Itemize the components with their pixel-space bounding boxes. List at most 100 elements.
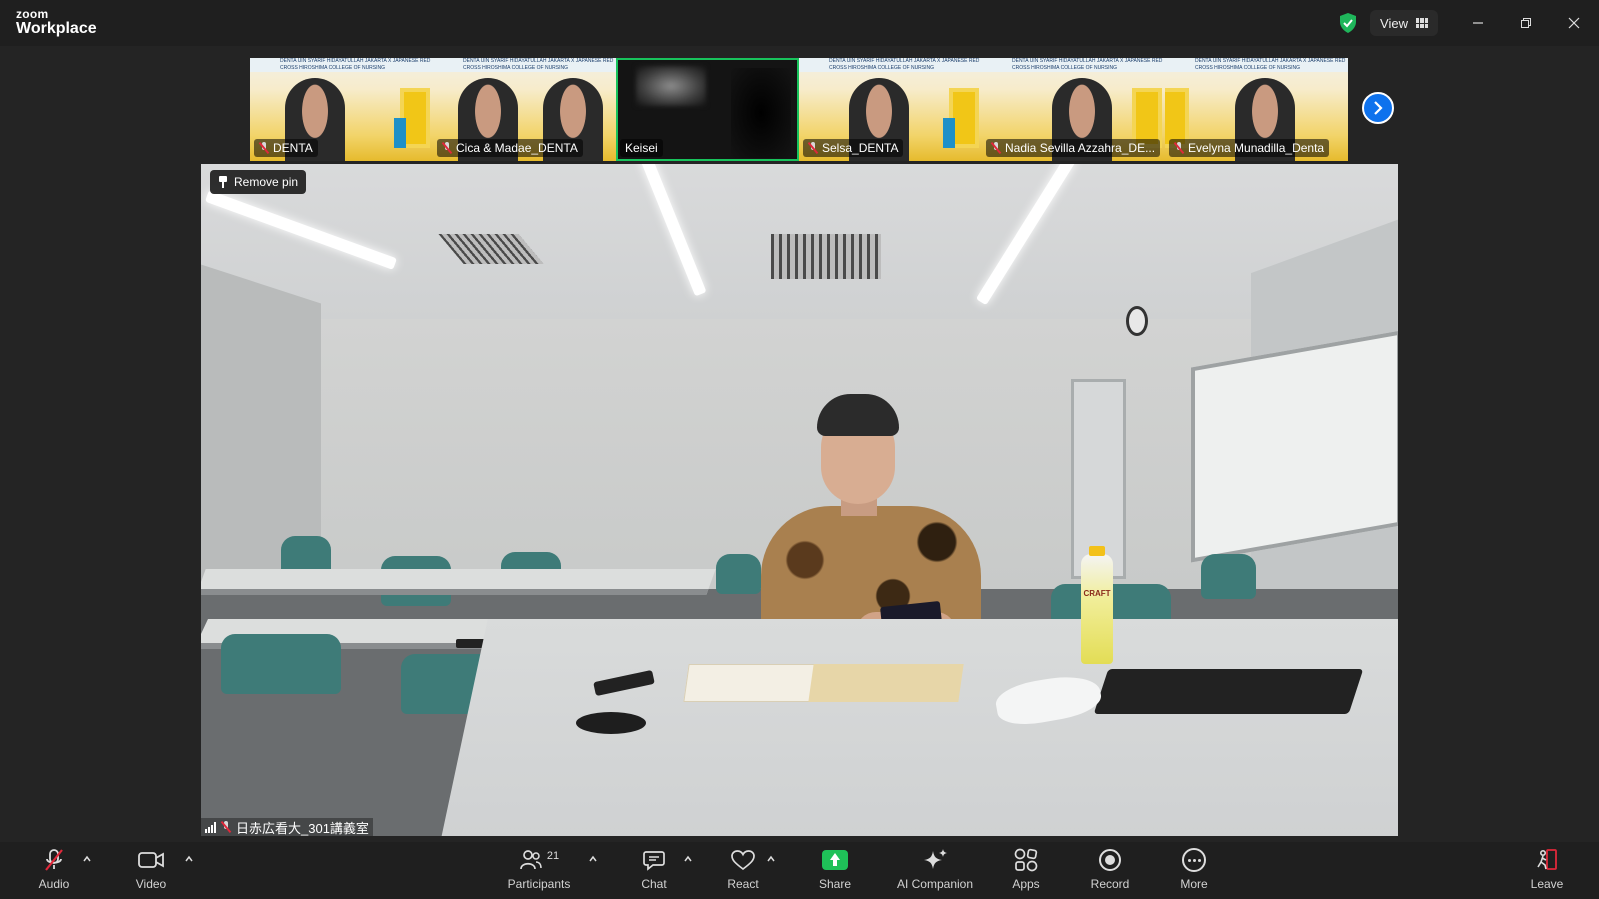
chevron-up-icon — [185, 855, 193, 862]
participants-options-caret[interactable] — [588, 854, 598, 864]
video-scene — [1191, 330, 1398, 563]
shield-icon[interactable] — [1338, 12, 1358, 34]
thumbnail-banner: DENTA UIN SYARIF HIDAYATULLAH JAKARTA X … — [433, 58, 616, 72]
chat-options-caret[interactable] — [683, 854, 693, 864]
share-button[interactable]: Share — [815, 846, 855, 898]
leave-label: Leave — [1530, 877, 1564, 891]
audio-label: Audio — [38, 877, 70, 891]
record-button[interactable]: Record — [1088, 846, 1132, 898]
video-scene — [1093, 669, 1364, 714]
apps-label: Apps — [1012, 877, 1040, 891]
view-button[interactable]: View — [1370, 10, 1438, 36]
remove-pin-label: Remove pin — [234, 175, 299, 189]
share-label: Share — [818, 877, 852, 891]
participant-thumbnail-active[interactable]: Keisei — [616, 58, 799, 161]
meeting-toolbar: Audio Video 21 Participants Chat React S… — [0, 842, 1599, 899]
close-icon[interactable] — [1563, 12, 1585, 34]
ai-companion-label: AI Companion — [896, 877, 974, 891]
restore-icon[interactable] — [1515, 12, 1537, 34]
chat-label: Chat — [641, 877, 667, 891]
pin-icon — [218, 176, 228, 188]
video-label: Video — [135, 877, 167, 891]
pinned-participant-name-tag: 日赤広看大_301講義室 — [201, 818, 373, 836]
video-scene — [221, 634, 341, 694]
participants-button[interactable]: 21 Participants — [503, 846, 575, 898]
participant-name-tag: Cica & Madae_DENTA — [437, 139, 583, 157]
next-page-button[interactable] — [1362, 92, 1394, 124]
participant-name-tag: Evelyna Munadilla_Denta — [1169, 139, 1330, 157]
participant-name: Nadia Sevilla Azzahra_DE... — [1005, 141, 1156, 155]
chevron-up-icon — [684, 855, 692, 862]
leave-door-icon — [1537, 849, 1557, 870]
chat-button[interactable]: Chat — [634, 846, 674, 898]
minimize-icon[interactable] — [1467, 12, 1489, 34]
participant-name: Evelyna Munadilla_Denta — [1188, 141, 1325, 155]
apps-icon — [1014, 848, 1038, 872]
audio-button[interactable]: Audio — [34, 846, 74, 898]
thumbnail-banner: DENTA UIN SYARIF HIDAYATULLAH JAKARTA X … — [250, 58, 433, 72]
title-bar: zoom Workplace View — [0, 0, 1599, 46]
participant-name-tag: Keisei — [620, 139, 663, 157]
thumbnail-banner: DENTA UIN SYARIF HIDAYATULLAH JAKARTA X … — [799, 58, 982, 72]
video-scene — [201, 569, 716, 595]
chevron-up-icon — [589, 855, 597, 862]
participant-video — [731, 68, 791, 158]
signal-strength-icon — [205, 821, 216, 833]
participant-thumbnail[interactable]: DENTA UIN SYARIF HIDAYATULLAH JAKARTA X … — [982, 58, 1165, 161]
participants-label: Participants — [507, 877, 571, 891]
participant-name-tag: Selsa_DENTA — [803, 139, 904, 157]
record-label: Record — [1090, 877, 1130, 891]
background-decoration — [943, 118, 955, 148]
mic-muted-icon — [1174, 142, 1184, 154]
mic-muted-icon — [259, 142, 269, 154]
pinned-participant-name: 日赤広看大_301講義室 — [236, 820, 369, 836]
video-scene — [1126, 306, 1148, 336]
chevron-up-icon — [83, 855, 91, 862]
participant-name: Keisei — [625, 141, 658, 155]
react-button[interactable]: React — [722, 846, 764, 898]
chevron-up-icon — [767, 855, 775, 862]
participant-thumbnail[interactable]: DENTA UIN SYARIF HIDAYATULLAH JAKARTA X … — [250, 58, 433, 161]
video-scene — [576, 712, 646, 734]
pinned-video[interactable]: CRAFT — [201, 164, 1398, 836]
participant-name-tag: DENTA — [254, 139, 318, 157]
participant-thumbnail[interactable]: DENTA UIN SYARIF HIDAYATULLAH JAKARTA X … — [1165, 58, 1348, 161]
leave-button[interactable]: Leave — [1527, 846, 1567, 898]
react-label: React — [727, 877, 759, 891]
audio-options-caret[interactable] — [82, 854, 92, 864]
participant-thumbnail[interactable]: DENTA UIN SYARIF HIDAYATULLAH JAKARTA X … — [433, 58, 616, 161]
mic-muted-icon — [808, 142, 818, 154]
heart-icon — [731, 850, 755, 871]
thumbnail-strip: DENTA UIN SYARIF HIDAYATULLAH JAKARTA X … — [250, 58, 1350, 161]
ai-companion-button[interactable]: AI Companion — [889, 846, 981, 898]
participant-thumbnail[interactable]: DENTA UIN SYARIF HIDAYATULLAH JAKARTA X … — [799, 58, 982, 161]
video-button[interactable]: Video — [128, 846, 174, 898]
video-options-caret[interactable] — [184, 854, 194, 864]
view-label: View — [1380, 15, 1408, 31]
video-scene — [716, 554, 761, 594]
zoom-window: zoom Workplace View DENTA UIN SYARIF HID… — [0, 0, 1599, 899]
participant-name: DENTA — [273, 141, 313, 155]
bottle-label: CRAFT — [1083, 589, 1111, 598]
react-options-caret[interactable] — [766, 854, 776, 864]
mic-muted-icon — [442, 142, 452, 154]
mic-muted-icon — [45, 849, 63, 871]
share-screen-icon — [822, 850, 848, 870]
video-camera-icon — [138, 852, 164, 868]
thumbnail-banner: DENTA UIN SYARIF HIDAYATULLAH JAKARTA X … — [982, 58, 1165, 72]
more-button[interactable]: More — [1174, 846, 1214, 898]
video-scene — [808, 664, 964, 702]
video-scene — [1201, 554, 1256, 599]
more-options-icon — [1182, 848, 1206, 872]
participant-name-tag: Nadia Sevilla Azzahra_DE... — [986, 139, 1161, 157]
remove-pin-button[interactable]: Remove pin — [210, 170, 307, 194]
chat-icon — [643, 851, 665, 871]
video-scene — [771, 234, 881, 279]
grid-icon — [1415, 18, 1428, 28]
sparkle-icon — [924, 849, 947, 869]
mic-muted-icon — [221, 821, 231, 833]
participants-icon — [520, 850, 542, 870]
app-logo: zoom Workplace — [16, 8, 97, 37]
chevron-right-icon — [1374, 101, 1383, 115]
apps-button[interactable]: Apps — [1006, 846, 1046, 898]
